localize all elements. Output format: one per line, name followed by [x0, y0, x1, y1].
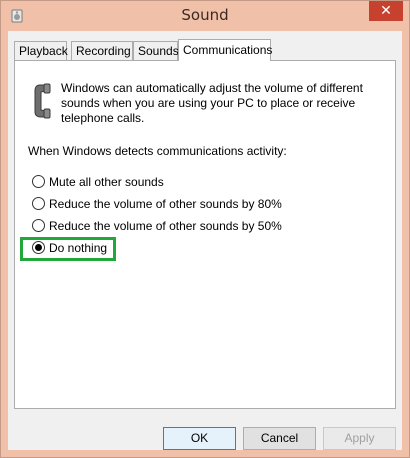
- tab-recording[interactable]: Recording: [71, 41, 133, 60]
- selection-highlight-box: [20, 237, 116, 261]
- apply-button[interactable]: Apply: [323, 427, 396, 450]
- tab-communications[interactable]: Communications: [178, 39, 272, 61]
- communications-panel: Windows can automatically adjust the vol…: [14, 60, 396, 409]
- communications-description: Windows can automatically adjust the vol…: [61, 81, 363, 125]
- ok-button[interactable]: OK: [163, 427, 236, 450]
- tab-sounds[interactable]: Sounds: [133, 41, 179, 60]
- close-button[interactable]: ✕: [369, 1, 403, 21]
- telephone-icon: [34, 83, 51, 119]
- radio-button[interactable]: [32, 175, 45, 188]
- option-label: Mute all other sounds: [49, 175, 164, 189]
- option-label: Reduce the volume of other sounds by 50%: [49, 219, 282, 233]
- communications-prompt: When Windows detects communications acti…: [28, 144, 287, 158]
- tab-playback[interactable]: Playback: [14, 41, 68, 60]
- cancel-button[interactable]: Cancel: [243, 427, 316, 450]
- sound-dialog: Sound ✕ Playback Recording Sounds Commun…: [0, 0, 410, 458]
- radio-button[interactable]: [32, 197, 45, 210]
- title-bar[interactable]: Sound ✕: [1, 1, 409, 31]
- option-label: Reduce the volume of other sounds by 80%: [49, 197, 282, 211]
- radio-button[interactable]: [32, 219, 45, 232]
- window-title: Sound: [181, 6, 229, 24]
